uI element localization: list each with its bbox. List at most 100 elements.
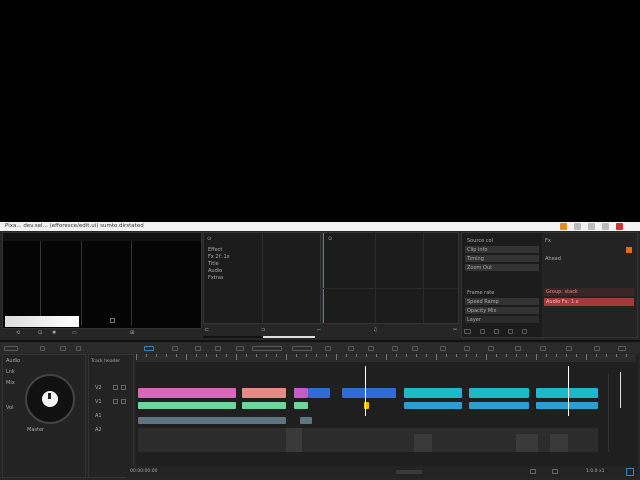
tool-button[interactable]	[566, 346, 572, 351]
audio-clip[interactable]	[138, 417, 286, 424]
tool-button[interactable]	[552, 469, 558, 474]
refresh-icon[interactable]: ⟲	[16, 330, 20, 336]
panel-icon[interactable]: ▭	[72, 330, 77, 336]
source-line[interactable]: Fxtras	[208, 275, 224, 281]
tool-button[interactable]	[618, 346, 626, 351]
tool-button[interactable]	[522, 329, 527, 334]
tool-button[interactable]	[215, 346, 221, 351]
video-clip[interactable]	[342, 388, 396, 398]
video-clip[interactable]	[536, 388, 598, 398]
source-line[interactable]: Title	[208, 261, 219, 267]
solo-toggle[interactable]	[121, 399, 126, 404]
video-clip[interactable]	[294, 402, 308, 409]
tool-button[interactable]	[515, 346, 521, 351]
tool-button[interactable]	[172, 346, 178, 351]
loop-icon[interactable]: ⊏	[205, 327, 209, 333]
maximize-button[interactable]	[588, 223, 595, 230]
tool-button[interactable]	[325, 346, 331, 351]
source-line[interactable]: Effect	[208, 247, 222, 253]
mute-toggle[interactable]	[113, 399, 118, 404]
tool-button[interactable]	[236, 346, 244, 351]
audio-clip-shadow	[286, 428, 302, 452]
tool-button[interactable]	[412, 346, 418, 351]
inspector-item[interactable]: Source col	[467, 238, 493, 244]
media-thumbnail[interactable]	[5, 316, 79, 327]
jog-wheel[interactable]	[25, 374, 75, 424]
crop-icon[interactable]: ⌐	[317, 327, 321, 333]
timeline-ruler[interactable]	[136, 354, 636, 362]
source-line[interactable]: Fx 2f: 1x	[208, 254, 230, 260]
splitter[interactable]	[0, 340, 640, 342]
video-clip[interactable]	[469, 388, 529, 398]
program-viewer[interactable]: ⊙	[322, 232, 459, 324]
mark-in-icon[interactable]: ⊐	[261, 327, 265, 333]
tool-button[interactable]	[392, 346, 398, 351]
effect-row-selected[interactable]: Audio Fx: 1.x	[544, 298, 634, 306]
restore-button[interactable]	[602, 223, 609, 230]
close-button[interactable]	[616, 223, 623, 230]
effect-row[interactable]: Group: stack	[544, 288, 634, 296]
inspector-row[interactable]: Timing	[465, 255, 539, 262]
tool-button[interactable]	[252, 346, 282, 351]
minimize-button[interactable]	[574, 223, 581, 230]
inspector-item[interactable]: Frame rate	[467, 290, 494, 296]
cut-icon[interactable]: ✂	[453, 327, 457, 333]
playhead[interactable]	[365, 366, 366, 416]
audio-clip[interactable]	[300, 417, 312, 424]
grid-icon[interactable]: ⊞	[130, 330, 134, 336]
tool-button[interactable]	[464, 329, 471, 334]
fullscreen-icon[interactable]	[626, 468, 634, 476]
video-clip[interactable]	[242, 388, 286, 398]
keyframe-icon[interactable]	[626, 247, 632, 253]
tool-button[interactable]	[368, 346, 374, 351]
effects-icon[interactable]: ✱	[52, 330, 56, 336]
tool-button[interactable]	[594, 346, 600, 351]
inspector-row[interactable]: Layer	[465, 316, 539, 323]
window-title: Pixa... dev.sel... (efforesce/edit.ui) s…	[5, 223, 144, 229]
inspector-row[interactable]: Zoom Out	[465, 264, 539, 271]
video-clip[interactable]	[404, 402, 462, 409]
tool-button[interactable]	[480, 329, 485, 334]
solo-toggle[interactable]	[121, 385, 126, 390]
mode-button[interactable]	[4, 346, 18, 351]
ruler-tick	[246, 354, 247, 357]
expand-icon[interactable]	[110, 318, 115, 323]
tool-button[interactable]	[195, 346, 201, 351]
video-clip[interactable]	[242, 402, 286, 409]
tool-button[interactable]	[40, 346, 45, 351]
audio-icon[interactable]: ♫	[373, 327, 377, 333]
out-marker[interactable]	[620, 372, 621, 408]
tool-button[interactable]	[488, 346, 494, 351]
video-clip[interactable]	[469, 402, 529, 409]
video-clip[interactable]	[138, 402, 236, 409]
video-clip[interactable]	[294, 388, 308, 398]
grid-line	[323, 288, 458, 289]
scroll-thumb[interactable]	[396, 470, 422, 474]
tool-button[interactable]	[494, 329, 499, 334]
mute-toggle[interactable]	[113, 385, 118, 390]
playhead[interactable]	[568, 366, 569, 416]
tool-button[interactable]	[540, 346, 546, 351]
tool-button[interactable]	[440, 346, 446, 351]
timeline[interactable]	[136, 354, 638, 478]
inspector-row[interactable]: Clip info	[465, 246, 539, 253]
inspector-row[interactable]: Speed Ramp	[465, 298, 539, 305]
source-line[interactable]: Audio	[208, 268, 222, 274]
video-clip[interactable]	[536, 402, 598, 409]
ruler-tick	[226, 354, 227, 357]
tool-button[interactable]	[508, 329, 513, 334]
frame-icon[interactable]: ⊡	[38, 330, 42, 336]
tool-button[interactable]	[530, 469, 536, 474]
viewer-icon: ⊙	[328, 236, 333, 242]
mixer-side-label: Vol	[6, 405, 14, 411]
tool-button[interactable]	[292, 346, 312, 351]
inspector-row[interactable]: Opacity Mix	[465, 307, 539, 314]
tool-button[interactable]	[348, 346, 354, 351]
video-clip[interactable]	[404, 388, 462, 398]
tool-button[interactable]	[464, 346, 470, 351]
video-clip[interactable]	[308, 388, 330, 398]
active-tool-button[interactable]	[144, 346, 154, 351]
tool-button[interactable]	[60, 346, 66, 351]
video-clip[interactable]	[138, 388, 236, 398]
tool-button[interactable]	[76, 346, 81, 351]
